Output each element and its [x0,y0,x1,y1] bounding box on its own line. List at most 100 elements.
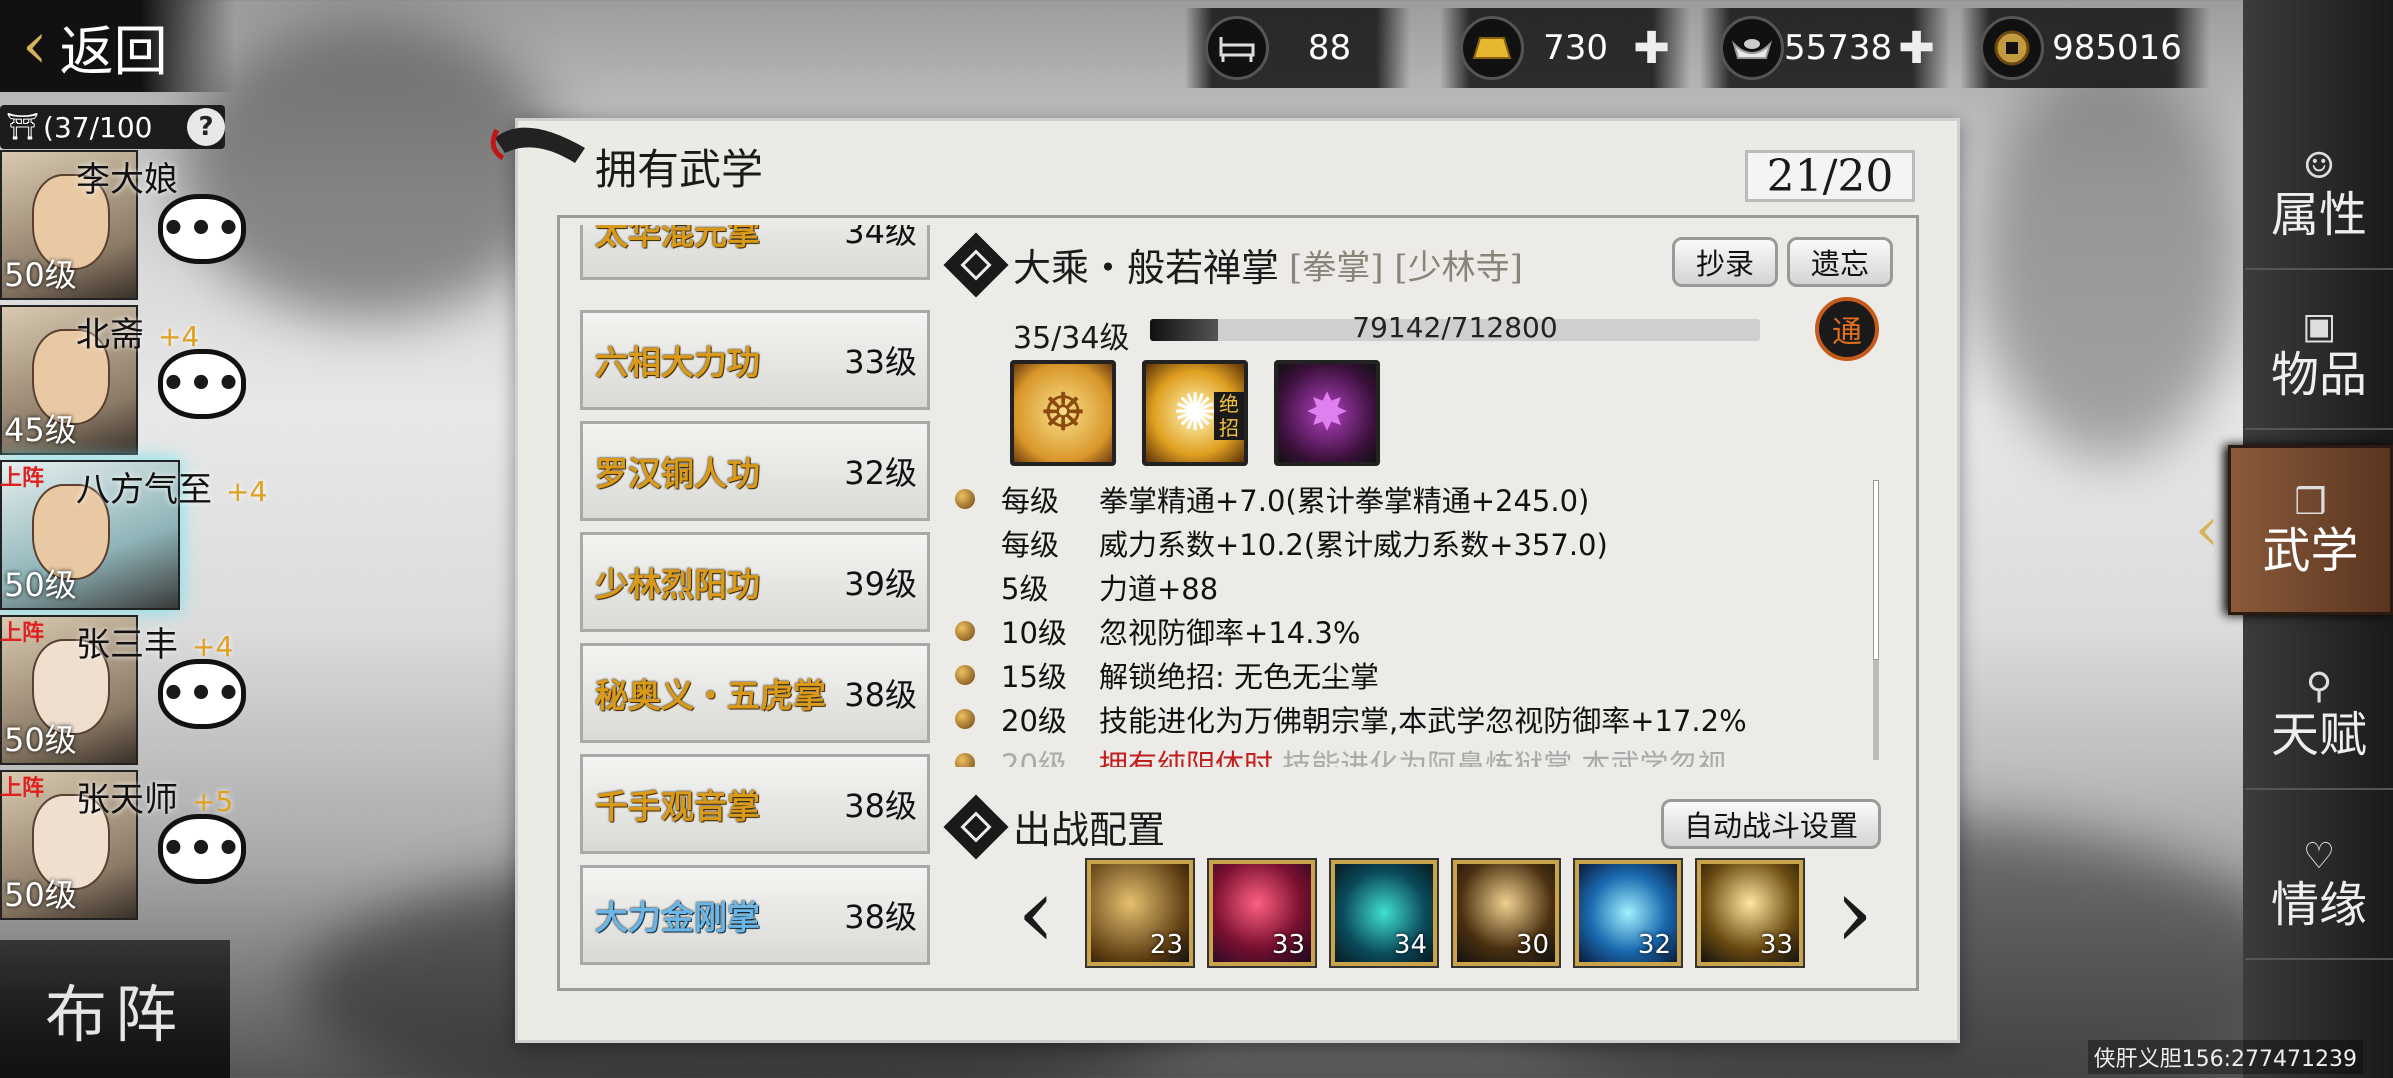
nav-martial-arts[interactable]: ‹ ❒ 武学 [2195,445,2393,615]
slot-level: 33 [1759,930,1793,960]
speech-bubble-icon[interactable]: ••• [158,194,246,264]
skill-name: 太华混元掌 [595,225,760,252]
copper-coin-icon [1980,16,2044,80]
speech-bubble-icon[interactable]: ••• [158,659,246,729]
effect-row: 5级 力道+88 [955,565,1218,609]
mastery-badge[interactable]: 通 [1815,297,1879,361]
effect-row: 每级 拳掌精通+7.0(累计拳掌精通+245.0) [955,477,1589,521]
skill-level: 34级 [844,225,917,251]
effect-text: 威力系数+10.2(累计威力系数+357.0) [1099,528,1608,562]
deploy-slot[interactable]: 33 [1209,860,1315,966]
scrollbar-thumb[interactable] [1873,480,1879,660]
server-id: 侠肝义胆156:277471239 [2087,1040,2363,1074]
speech-dots: ••• [160,206,244,252]
next-arrow-icon[interactable]: › [1835,865,1873,961]
branch-icon: ⚲ [2305,665,2333,707]
hero-level: 45级 [4,411,77,449]
deployed-tag: 上阵 [0,776,45,801]
speech-bubble-icon[interactable]: ••• [158,349,246,419]
golden-palm-icon[interactable]: ✺ 绝招 [1142,360,1248,466]
help-button[interactable]: ? [187,108,225,146]
formation-button[interactable]: 布阵 [0,940,230,1078]
add-gold-button[interactable]: ✚ [1633,23,1670,74]
prev-arrow-icon[interactable]: ‹ [1017,865,1055,961]
nav-affinity[interactable]: ♡ 情缘 [2245,810,2393,960]
skill-detail: 大乘・般若禅掌 [拳掌] [少林寺] 抄录 遗忘 35/34级 79142/71… [943,225,1905,975]
effect-condition: 拥有纯阴体时, [1099,748,1283,767]
back-button[interactable]: ‹ 返回 [0,0,235,92]
effect-scrollbar[interactable] [1873,480,1879,760]
auto-battle-button[interactable]: 自动战斗设置 [1661,799,1881,849]
resource-gold: 730 ✚ [1440,8,1690,88]
nav-label: 属性 [2270,186,2367,243]
speech-dots: ••• [160,361,244,407]
skill-list: 太华混元掌 34级 六相大力功 33级 罗汉铜人功 32级 少林烈阳功 39级 秘奥义・… [580,225,930,975]
purple-palm-icon[interactable]: ✸ [1274,360,1380,466]
effect-level: 每级 [1001,484,1060,518]
skill-row[interactable]: 秘奥义・五虎掌 38级 [580,643,930,743]
nav-label: 天赋 [2270,706,2367,763]
back-label: 返回 [59,19,168,83]
hero-name-text: 八方气至 [76,470,212,510]
hero-name: 北斋 +4 [76,307,199,356]
skill-icons: ☸ ✺ 绝招 ✸ [1010,360,1380,466]
speech-bubble-icon[interactable]: ••• [158,814,246,884]
deploy-slot[interactable]: 33 [1697,860,1803,966]
hero-bonus: +4 [158,320,200,353]
deploy-slot[interactable]: 34 [1331,860,1437,966]
nav-label: 物品 [2270,346,2367,403]
bullet-icon [955,665,975,685]
gift-box-icon: ▣ [2301,305,2336,347]
bullet-icon [955,489,975,509]
buddha-face-icon[interactable]: ☸ [1010,360,1116,466]
nav-items[interactable]: ▣ 物品 [2245,280,2393,430]
roster-count: ⛩ (37/100 ? [0,105,225,149]
speech-dots: ••• [160,826,244,872]
deployed-tag: 上阵 [0,621,45,646]
bullet-icon [955,753,975,767]
skill-row[interactable]: 六相大力功 33级 [580,310,930,410]
effect-row: 15级 解锁绝招: 无色无尘掌 [955,653,1379,697]
hero-card[interactable]: 上阵 张三丰 +4 50级 ••• [0,615,290,765]
hero-card[interactable]: 李大娘 50级 ••• [0,150,290,300]
resource-silver: 55738 ✚ [1700,8,1950,88]
mask-icon: ☺ [2302,145,2336,187]
skill-row[interactable]: 千手观音掌 38级 [580,754,930,854]
effect-text: 拳掌精通+7.0(累计拳掌精通+245.0) [1099,484,1590,518]
hero-name: 李大娘 [76,152,178,201]
skill-row[interactable]: 大力金刚掌 38级 [580,865,930,965]
copy-button[interactable]: 抄录 [1672,237,1778,287]
resource-value: 730 [1543,28,1609,68]
nav-attributes[interactable]: ☺ 属性 [2245,120,2393,270]
skill-counter: 21/20 [1745,150,1915,202]
skill-row[interactable]: 少林烈阳功 39级 [580,532,930,632]
hero-level: 50级 [4,566,77,604]
hero-level: 50级 [4,721,77,759]
silver-ingot-icon [1720,16,1784,80]
hero-card[interactable]: 上阵 张天师 +5 50级 ••• [0,770,290,920]
effect-row: 每级 威力系数+10.2(累计威力系数+357.0) [955,521,1608,565]
skill-level: 39级 [844,565,917,603]
slot-level: 32 [1637,930,1671,960]
forget-button[interactable]: 遗忘 [1787,237,1893,287]
add-silver-button[interactable]: ✚ [1898,23,1935,74]
chevron-left-icon: ‹ [2195,494,2219,565]
nav-talents[interactable]: ⚲ 天赋 [2245,640,2393,790]
roster-count-text: (37/100 [43,110,153,144]
hero-card-selected[interactable]: 上阵 八方气至 +4 50级 [0,460,290,610]
skill-row[interactable]: 太华混元掌 34级 [580,225,930,280]
effect-text: 技能进化为万佛朝宗掌,本武学忽视防御率+17.2% [1099,704,1747,738]
hero-name-text: 李大娘 [76,160,178,200]
resource-value: 55738 [1784,28,1893,68]
deploy-slot[interactable]: 30 [1453,860,1559,966]
effect-level: 15级 [1001,660,1067,694]
effect-row: 20级 拥有纯阴体时, 技能进化为阿鼻炼狱掌,本武学忽视 [955,741,1726,767]
effect-row: 20级 技能进化为万佛朝宗掌,本武学忽视防御率+17.2% [955,697,1747,741]
deploy-slot[interactable]: 32 [1575,860,1681,966]
ultimate-badge: 绝招 [1214,392,1244,440]
skill-row[interactable]: 罗汉铜人功 32级 [580,421,930,521]
heart-icon: ♡ [2302,835,2336,877]
hero-card[interactable]: 北斋 +4 45级 ••• [0,305,290,455]
deploy-slot[interactable]: 23 [1087,860,1193,966]
diamond-icon [943,793,1009,860]
